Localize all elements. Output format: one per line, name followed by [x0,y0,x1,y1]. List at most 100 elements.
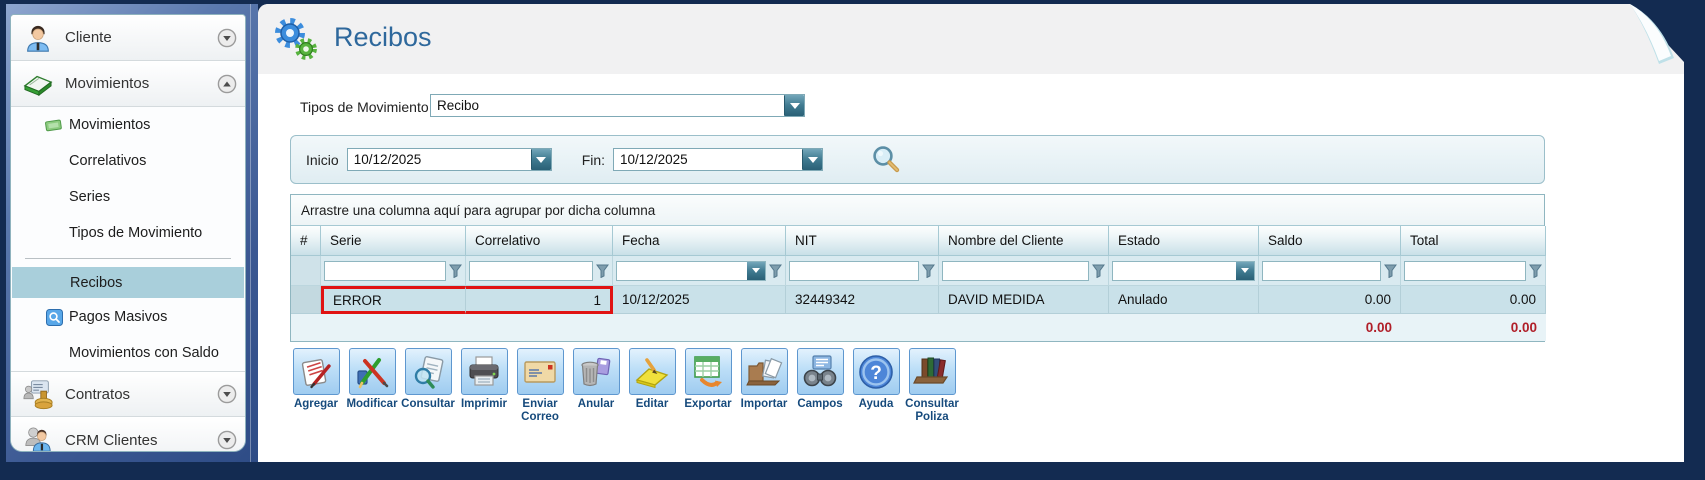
filter-funnel-icon[interactable] [449,264,462,278]
anular-button[interactable] [573,348,620,395]
tipos-de-movimiento-select[interactable]: Recibo [430,94,805,117]
filter-input-saldo[interactable] [1262,261,1381,281]
export-icon [689,353,727,391]
help-icon: ? [856,352,896,392]
sidebar-group-label: Contratos [65,386,130,403]
campos-button[interactable] [797,348,844,395]
fin-date-select[interactable]: 10/12/2025 [613,148,823,171]
header-band [258,4,1684,74]
filter-funnel-icon[interactable] [1092,264,1105,278]
app-window: Cliente Movimientos [0,0,1705,480]
filter-funnel-icon[interactable] [922,264,935,278]
chevron-down-icon[interactable] [1236,262,1254,280]
chevron-down-icon[interactable] [784,95,804,116]
chevron-down-icon[interactable] [747,262,765,280]
contracts-icon [21,378,55,410]
filter-funnel-icon[interactable] [1384,264,1397,278]
sidebar-item-pagos-masivos[interactable]: Pagos Masivos [11,299,245,335]
column-header-fecha[interactable]: Fecha [613,226,786,256]
inicio-label: Inicio [306,152,339,168]
column-header-rownum[interactable]: # [291,226,321,256]
sidebar-item-recibos-selected[interactable]: Recibos [12,267,244,298]
sidebar-group-contratos[interactable]: Contratos [11,371,245,417]
column-header-nit[interactable]: NIT [786,226,939,256]
sidebar-item-movimientos[interactable]: Movimientos [11,107,245,143]
toolbar-col: Consultar [400,348,456,424]
chevron-down-icon[interactable] [217,384,237,404]
column-header-correlativo[interactable]: Correlativo [466,226,613,256]
cell-nombre[interactable]: DAVID MEDIDA [939,286,1109,314]
filter-cell-saldo [1259,256,1401,286]
void-trash-icon [577,353,615,391]
consultar-poliza-button[interactable] [909,348,956,395]
filter-input-nit[interactable] [789,261,919,281]
toolbar-col: Editar [624,348,680,424]
filter-cell-correlativo [466,256,613,286]
sidebar-group-label: Movimientos [65,75,149,92]
filter-funnel-icon[interactable] [596,264,609,278]
sidebar-divider [25,258,231,259]
agregar-button[interactable] [293,348,340,395]
cell-estado[interactable]: Anulado [1109,286,1259,314]
fin-label: Fin: [582,152,605,168]
toolbar-col: Agregar [288,348,344,424]
sidebar-item-label: Series [69,189,110,205]
filter-input-serie[interactable] [324,261,446,281]
cell-serie-error-highlight[interactable]: ERROR [321,286,466,314]
chevron-down-icon[interactable] [802,149,822,170]
chevron-down-icon[interactable] [531,149,551,170]
enviar-correo-button[interactable] [517,348,564,395]
add-icon [297,353,335,391]
editar-button[interactable] [629,348,676,395]
search-button[interactable] [869,143,903,177]
filter-funnel-icon[interactable] [1529,264,1542,278]
sidebar-item-correlativos[interactable]: Correlativos [11,143,245,179]
cell-total[interactable]: 0.00 [1401,286,1546,314]
toolbar-col: Exportar [680,348,736,424]
sidebar-item-label: Recibos [70,275,122,291]
movements-book-icon [21,70,55,98]
column-header-total[interactable]: Total [1401,226,1546,256]
filter-input-nombre[interactable] [942,261,1089,281]
filter-select-fecha[interactable] [616,261,766,281]
cell-nit[interactable]: 32449342 [786,286,939,314]
exportar-button[interactable] [685,348,732,395]
cell-fecha[interactable]: 10/12/2025 [613,286,786,314]
crm-clients-icon [21,425,55,452]
table-row[interactable]: ERROR 1 10/12/2025 32449342 DAVID MEDIDA… [291,286,1546,314]
sidebar-group-crm-clientes[interactable]: CRM Clientes [11,417,245,452]
importar-button[interactable] [741,348,788,395]
modificar-button[interactable] [349,348,396,395]
cell-saldo[interactable]: 0.00 [1259,286,1401,314]
filter-select-estado[interactable] [1112,261,1255,281]
group-by-bar[interactable]: Arrastre una columna aquí para agrupar p… [291,195,1544,226]
column-header-estado[interactable]: Estado [1109,226,1259,256]
chevron-up-icon[interactable] [217,74,237,94]
filter-input-correlativo[interactable] [469,261,593,281]
sidebar-item-label: Correlativos [69,153,146,169]
sidebar-item-label: Movimientos [69,117,150,133]
envelope-icon [521,353,559,391]
ayuda-button[interactable]: ? [853,348,900,395]
toolbar-col: Modificar [344,348,400,424]
chevron-down-icon[interactable] [217,28,237,48]
consultar-button[interactable] [405,348,452,395]
sidebar-item-movimientos-con-saldo[interactable]: Movimientos con Saldo [11,335,245,371]
svg-text:?: ? [870,363,882,384]
imprimir-button[interactable] [461,348,508,395]
sidebar-item-series[interactable]: Series [11,179,245,215]
inicio-date-select[interactable]: 10/12/2025 [347,148,552,171]
chevron-down-icon[interactable] [217,430,237,450]
sidebar-group-cliente[interactable]: Cliente [11,15,245,61]
edit-icon [633,353,671,391]
column-header-serie[interactable]: Serie [321,226,466,256]
filter-input-total[interactable] [1404,261,1526,281]
column-header-nombre[interactable]: Nombre del Cliente [939,226,1109,256]
cell-correlativo-error-highlight[interactable]: 1 [466,286,613,314]
sidebar-group-movimientos[interactable]: Movimientos [11,61,245,107]
column-header-saldo[interactable]: Saldo [1259,226,1401,256]
consult-icon [409,353,447,391]
filter-funnel-icon[interactable] [769,264,782,278]
sidebar-item-tipos-de-movimiento[interactable]: Tipos de Movimiento [11,215,245,251]
row-number-cell [291,286,321,314]
